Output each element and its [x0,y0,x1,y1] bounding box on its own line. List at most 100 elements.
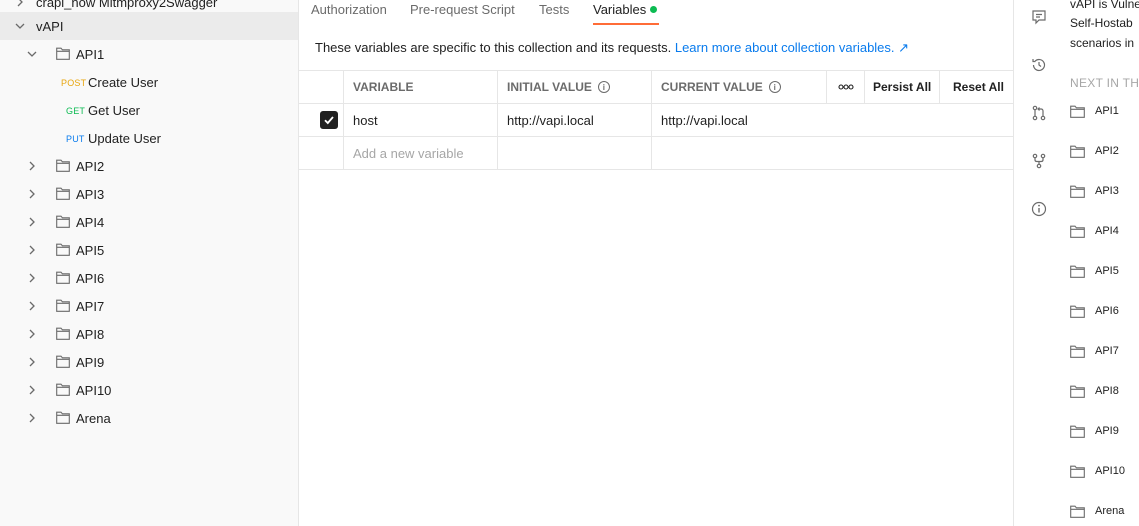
chevron-right-icon[interactable] [25,187,39,201]
header-variable: VARIABLE [344,71,498,103]
folder-item[interactable]: API9 [0,348,298,376]
next-item[interactable]: API8 [1070,381,1119,401]
folder-label: API6 [76,270,105,286]
request-update-user[interactable]: PUT Update User [0,124,298,152]
tab-authorization[interactable]: Authorization [311,2,387,17]
folder-icon [1070,105,1085,118]
folder-icon [1070,265,1085,278]
persist-all-button[interactable]: Persist All [865,71,940,103]
folder-label: API7 [76,298,105,314]
info-icon[interactable]: i [768,81,781,93]
initial-value-cell[interactable] [498,137,652,169]
folder-label: API2 [76,158,105,174]
folder-icon [56,411,70,424]
chevron-right-icon[interactable] [25,159,39,173]
folder-item[interactable]: API8 [0,320,298,348]
tree-item-label: crapi_now Mitmproxy2Swagger [36,0,218,10]
request-create-user[interactable]: POST Create User [0,68,298,96]
header-checkbox-cell [299,71,344,103]
next-item[interactable]: API2 [1070,141,1119,161]
tab-prerequest-script[interactable]: Pre-request Script [410,2,515,17]
history-icon[interactable] [1030,56,1048,74]
row-enabled-checkbox[interactable] [320,111,338,129]
folder-icon [56,243,70,256]
folder-icon [1070,425,1085,438]
learn-more-link[interactable]: Learn more about collection variables. ↗ [675,40,909,55]
tab-label: Variables [593,2,647,17]
next-item[interactable]: API9 [1070,421,1119,441]
chevron-right-icon[interactable] [13,0,27,9]
next-item[interactable]: API1 [1070,101,1119,121]
folder-label: API3 [76,186,105,202]
chevron-right-icon[interactable] [25,355,39,369]
next-item-label: API6 [1095,305,1119,317]
next-item[interactable]: API4 [1070,221,1119,241]
folder-icon [1070,305,1085,318]
info-icon[interactable]: i [597,81,610,93]
right-context-panel: vAPI is Vulne Self-Hostab scenarios in N… [1013,0,1139,526]
folder-icon [1070,145,1085,158]
collections-sidebar: crapi_now Mitmproxy2Swagger vAPI API1 PO… [0,0,299,526]
next-item-label: API8 [1095,385,1119,397]
chevron-right-icon[interactable] [25,327,39,341]
active-tab-indicator [593,23,659,25]
next-item[interactable]: Arena [1070,501,1124,521]
header-label: CURRENT VALUE [661,80,763,94]
folder-label: API9 [76,354,105,370]
folder-label: API1 [76,46,105,62]
reset-all-button[interactable]: Reset All [940,71,1013,103]
chevron-right-icon[interactable] [25,271,39,285]
next-item[interactable]: API7 [1070,341,1119,361]
next-item[interactable]: API10 [1070,461,1125,481]
folder-label: API10 [76,382,112,398]
folder-icon [56,271,70,284]
folder-item[interactable]: Arena [0,404,298,432]
request-get-user[interactable]: GET Get User [0,96,298,124]
chevron-right-icon[interactable] [25,383,39,397]
pull-request-icon[interactable] [1030,104,1048,122]
folder-api1[interactable]: API1 [0,40,298,68]
folder-item[interactable]: API4 [0,208,298,236]
method-badge: GET [66,106,86,116]
folder-item[interactable]: API6 [0,264,298,292]
next-item[interactable]: API5 [1070,261,1119,281]
collection-tabs: Authorization Pre-request Script Tests V… [299,0,1013,26]
chevron-right-icon[interactable] [25,215,39,229]
folder-item[interactable]: API3 [0,180,298,208]
variable-name-cell[interactable]: host [344,104,498,136]
info-icon[interactable] [1030,200,1048,218]
request-label: Update User [88,130,161,146]
method-badge: POST [61,78,87,88]
folder-item[interactable]: API5 [0,236,298,264]
method-badge: PUT [66,134,85,144]
tab-variables[interactable]: Variables [593,2,658,17]
tab-tests[interactable]: Tests [539,2,569,17]
collection-label: vAPI [36,18,64,34]
folder-item[interactable]: API2 [0,152,298,180]
chevron-right-icon[interactable] [25,243,39,257]
chevron-right-icon[interactable] [25,411,39,425]
row-checkbox-cell [299,137,344,169]
fork-icon[interactable] [1030,152,1048,170]
current-value-cell[interactable]: http://vapi.local [652,104,1013,136]
current-value-cell[interactable] [652,137,1013,169]
row-checkbox-cell [299,104,344,136]
comments-icon[interactable] [1030,8,1048,26]
more-options-button[interactable] [827,71,865,103]
next-item[interactable]: API3 [1070,181,1119,201]
collection-vapi[interactable]: vAPI [0,12,298,40]
chevron-down-icon[interactable] [25,47,39,61]
chevron-down-icon[interactable] [13,19,27,33]
chevron-right-icon[interactable] [25,299,39,313]
table-row: host http://vapi.local http://vapi.local [299,104,1013,137]
folder-item[interactable]: API7 [0,292,298,320]
folder-icon [56,215,70,228]
add-variable-input[interactable]: Add a new variable [344,137,498,169]
initial-value-cell[interactable]: http://vapi.local [498,104,652,136]
changes-dot-icon [650,6,658,13]
next-item[interactable]: API6 [1070,301,1119,321]
info-description: These variables are specific to this col… [315,40,675,55]
folder-item[interactable]: API10 [0,376,298,404]
next-item-label: API5 [1095,265,1119,277]
folder-icon [1070,465,1085,478]
